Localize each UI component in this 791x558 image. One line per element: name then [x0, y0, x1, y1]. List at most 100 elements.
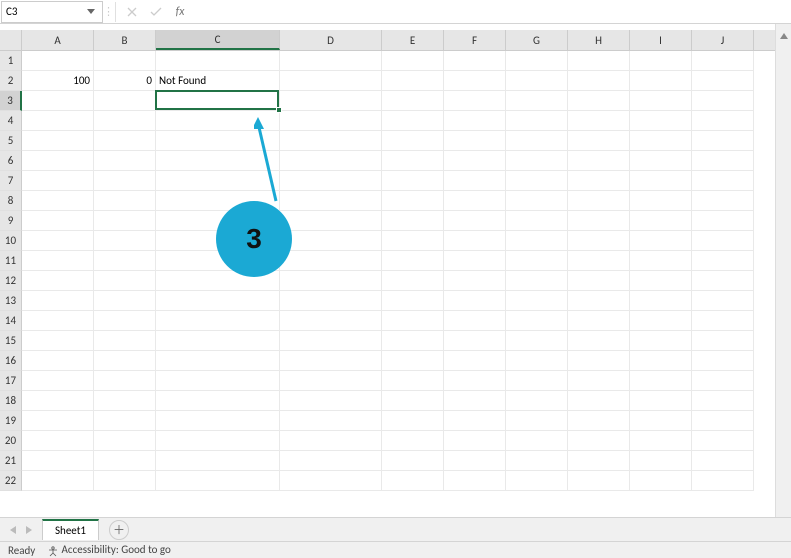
- cell[interactable]: [692, 271, 754, 291]
- cell[interactable]: [280, 351, 382, 371]
- cell[interactable]: [506, 51, 568, 71]
- cell[interactable]: [630, 431, 692, 451]
- cell[interactable]: [156, 151, 280, 171]
- cell[interactable]: [280, 191, 382, 211]
- column-header[interactable]: E: [382, 30, 444, 50]
- cell[interactable]: [94, 231, 156, 251]
- cell[interactable]: [444, 391, 506, 411]
- cell[interactable]: [382, 331, 444, 351]
- cell[interactable]: [280, 71, 382, 91]
- row-header[interactable]: 13: [0, 291, 22, 311]
- cell[interactable]: [94, 251, 156, 271]
- cell[interactable]: [22, 311, 94, 331]
- column-header[interactable]: G: [506, 30, 568, 50]
- tab-nav-prev-icon[interactable]: [6, 521, 20, 539]
- cell[interactable]: [280, 331, 382, 351]
- cell[interactable]: [22, 431, 94, 451]
- add-sheet-button[interactable]: ＋: [109, 520, 129, 540]
- cell[interactable]: [568, 211, 630, 231]
- cell[interactable]: [94, 331, 156, 351]
- sheet-tab[interactable]: Sheet1: [42, 519, 99, 540]
- cell[interactable]: [444, 51, 506, 71]
- row-header[interactable]: 20: [0, 431, 22, 451]
- cell[interactable]: [382, 391, 444, 411]
- cell[interactable]: [94, 291, 156, 311]
- cell[interactable]: [94, 451, 156, 471]
- cell[interactable]: [94, 151, 156, 171]
- cell[interactable]: [630, 231, 692, 251]
- cell[interactable]: [630, 171, 692, 191]
- cell[interactable]: [22, 451, 94, 471]
- cell[interactable]: [382, 91, 444, 111]
- cell[interactable]: [94, 111, 156, 131]
- cell[interactable]: Not Found: [156, 71, 280, 91]
- fill-handle[interactable]: [276, 107, 282, 113]
- cell[interactable]: [444, 371, 506, 391]
- cell[interactable]: [94, 211, 156, 231]
- cell[interactable]: [94, 431, 156, 451]
- cell[interactable]: [94, 51, 156, 71]
- cell[interactable]: [692, 211, 754, 231]
- cell[interactable]: [568, 171, 630, 191]
- cell[interactable]: [692, 451, 754, 471]
- cell[interactable]: [692, 171, 754, 191]
- cell[interactable]: [22, 351, 94, 371]
- row-header[interactable]: 17: [0, 371, 22, 391]
- column-header[interactable]: B: [94, 30, 156, 50]
- cell[interactable]: [382, 371, 444, 391]
- row-header[interactable]: 2: [0, 71, 22, 91]
- cell[interactable]: [506, 391, 568, 411]
- cell[interactable]: [630, 451, 692, 471]
- cell[interactable]: [630, 331, 692, 351]
- cell[interactable]: [382, 431, 444, 451]
- cell[interactable]: [444, 451, 506, 471]
- cell[interactable]: [506, 91, 568, 111]
- cell[interactable]: [506, 131, 568, 151]
- cell[interactable]: [280, 251, 382, 271]
- cell[interactable]: [94, 191, 156, 211]
- cell[interactable]: [22, 271, 94, 291]
- row-header[interactable]: 10: [0, 231, 22, 251]
- row-header[interactable]: 6: [0, 151, 22, 171]
- cell[interactable]: [630, 131, 692, 151]
- cell[interactable]: [22, 211, 94, 231]
- cell[interactable]: [568, 51, 630, 71]
- cell[interactable]: [382, 311, 444, 331]
- cell[interactable]: [94, 271, 156, 291]
- cell[interactable]: [444, 271, 506, 291]
- cell[interactable]: [568, 191, 630, 211]
- cell[interactable]: [156, 411, 280, 431]
- cell[interactable]: [156, 291, 280, 311]
- row-header[interactable]: 1: [0, 51, 22, 71]
- column-header[interactable]: D: [280, 30, 382, 50]
- cell[interactable]: [382, 71, 444, 91]
- cell[interactable]: [382, 111, 444, 131]
- cell[interactable]: [382, 191, 444, 211]
- cell[interactable]: [444, 471, 506, 491]
- cell[interactable]: [156, 451, 280, 471]
- insert-function-icon[interactable]: fx: [168, 1, 192, 23]
- cell[interactable]: [568, 471, 630, 491]
- cell[interactable]: [444, 131, 506, 151]
- cell[interactable]: [506, 151, 568, 171]
- cell[interactable]: [444, 411, 506, 431]
- cell[interactable]: [568, 351, 630, 371]
- cell[interactable]: [382, 451, 444, 471]
- cell[interactable]: [280, 411, 382, 431]
- cell[interactable]: [506, 291, 568, 311]
- cell[interactable]: [568, 331, 630, 351]
- cell[interactable]: 100: [22, 71, 94, 91]
- cells-area[interactable]: 3 1000Not Found: [22, 51, 791, 491]
- cell[interactable]: [280, 371, 382, 391]
- row-header[interactable]: 4: [0, 111, 22, 131]
- cell[interactable]: [382, 171, 444, 191]
- tab-nav-next-icon[interactable]: [22, 521, 36, 539]
- row-header[interactable]: 19: [0, 411, 22, 431]
- cell[interactable]: [22, 251, 94, 271]
- cell[interactable]: [22, 111, 94, 131]
- cell[interactable]: [444, 91, 506, 111]
- cell[interactable]: [568, 411, 630, 431]
- cell[interactable]: [506, 471, 568, 491]
- cell[interactable]: [22, 291, 94, 311]
- cell[interactable]: [156, 391, 280, 411]
